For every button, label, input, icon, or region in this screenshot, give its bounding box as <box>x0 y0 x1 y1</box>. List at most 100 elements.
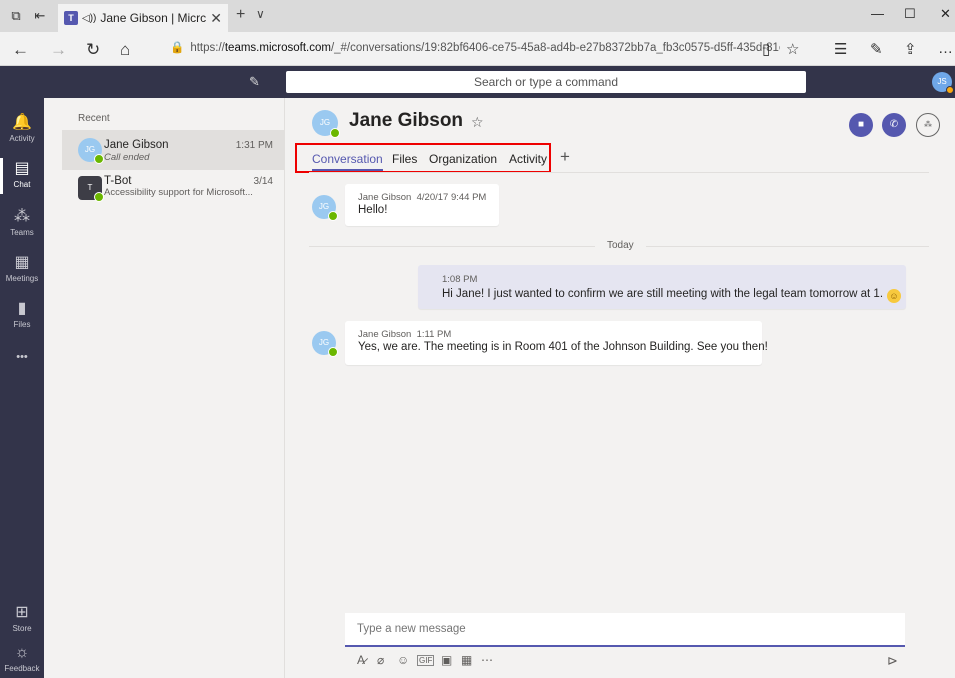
address-bar: ← → ↻ ⌂ 🔒 https://teams.microsoft.com/_#/… <box>0 32 955 66</box>
audio-call-button[interactable]: ✆ <box>882 113 906 137</box>
url-path: /_#/conversations/19:82bf6406-ce75-45a8-… <box>330 42 780 54</box>
rail-label: Activity <box>9 134 35 143</box>
forward-button[interactable]: → <box>50 40 67 60</box>
rail-item-activity[interactable]: 🔔 Activity <box>0 108 44 152</box>
teams-icon: ⁂ <box>14 208 30 225</box>
maximize-button[interactable]: ☐ <box>904 6 916 22</box>
conversation-header: JG Jane Gibson ☆ ■ ✆ ⁂ Conversation File… <box>285 98 955 174</box>
chat-preview: Accessibility support for Microsoft... <box>104 187 253 198</box>
contact-name: Jane Gibson <box>349 110 464 131</box>
message-meta: Jane Gibson 4/20/17 9:44 PM <box>358 192 486 203</box>
tab-title: Jane Gibson | Micrc <box>100 11 207 25</box>
avatar[interactable]: JG <box>312 195 338 221</box>
avatar-initials: JG <box>318 338 330 347</box>
rail-item-store[interactable]: ⊞ Store <box>0 598 44 642</box>
message-text: Hello! <box>358 204 388 216</box>
audio-playing-icon[interactable]: ◁)) <box>82 13 96 24</box>
tab-conversation[interactable]: Conversation <box>312 152 383 171</box>
new-chat-icon[interactable]: ✎ <box>249 74 265 90</box>
message-input[interactable] <box>357 623 887 635</box>
add-people-button[interactable]: ⁂ <box>916 113 940 137</box>
rail-item-teams[interactable]: ⁂ Teams <box>0 202 44 246</box>
gif-icon[interactable]: GIF <box>417 655 435 666</box>
more-icon[interactable]: … <box>938 40 953 57</box>
minimize-button[interactable]: — <box>871 6 884 21</box>
rail-label: Feedback <box>4 664 40 673</box>
rail-label: Store <box>12 624 32 633</box>
chat-icon: ▤ <box>14 160 30 177</box>
calendar-icon: ▦ <box>14 254 30 271</box>
conversation-pane: JG Jane Gibson ☆ ■ ✆ ⁂ Conversation File… <box>285 98 955 678</box>
add-tab-button[interactable]: + <box>560 147 570 167</box>
meeting-icon[interactable]: ▦ <box>461 653 472 667</box>
rail-item-feedback[interactable]: ☼ Feedback <box>0 638 44 678</box>
close-tab-icon[interactable]: ✕ <box>210 10 222 27</box>
lock-icon: 🔒 <box>170 42 185 54</box>
browser-tab[interactable]: T ◁)) Jane Gibson | Micrc ✕ <box>58 4 228 32</box>
message-meta: Jane Gibson 1:11 PM <box>358 329 451 340</box>
message-bubble[interactable]: Jane Gibson 1:11 PM Yes, we are. The mee… <box>345 321 768 365</box>
chevron-down-icon[interactable]: ∨ <box>256 7 265 21</box>
tab-files[interactable]: Files <box>392 152 417 166</box>
chat-name: T-Bot <box>104 175 132 187</box>
search-input[interactable]: Search or type a command <box>286 71 806 93</box>
sticker-icon[interactable]: ▣ <box>441 653 452 667</box>
emoji-icon[interactable]: ☺ <box>397 653 409 667</box>
presence-available-icon <box>94 192 104 202</box>
send-icon[interactable]: ⊳ <box>887 653 898 669</box>
avatar-initials: JG <box>318 202 330 211</box>
set-aside-tabs-icon[interactable]: ⇤ <box>32 8 48 24</box>
close-window-button[interactable]: ✕ <box>940 6 951 22</box>
attach-icon[interactable]: ⌀ <box>377 653 384 667</box>
back-button[interactable]: ← <box>12 40 29 60</box>
url-field[interactable]: 🔒 https://teams.microsoft.com/_#/conversa… <box>170 40 780 58</box>
message-time: 1:11 PM <box>416 329 452 340</box>
refresh-button[interactable]: ↻ <box>86 40 100 60</box>
new-tab-button[interactable]: + <box>236 6 245 24</box>
message-sender: Jane Gibson <box>358 329 412 340</box>
profile-avatar[interactable]: JS <box>932 72 954 94</box>
home-button[interactable]: ⌂ <box>120 40 130 60</box>
my-message-bubble[interactable]: 1:08 PM Hi Jane! I just wanted to confir… <box>418 265 906 309</box>
format-icon[interactable]: A̷ <box>357 653 365 667</box>
file-icon: ▮ <box>17 300 27 317</box>
chat-name: Jane Gibson <box>104 139 169 151</box>
favorite-star-icon[interactable]: ☆ <box>786 40 799 58</box>
chat-time: 3/14 <box>253 176 273 187</box>
chat-item-t-bot[interactable]: T T-Bot Accessibility support for Micros… <box>62 170 285 210</box>
avatar[interactable]: JG <box>312 331 338 357</box>
contact-avatar[interactable]: JG <box>312 110 340 138</box>
rail-item-more[interactable]: ••• <box>0 342 44 386</box>
favorite-star-icon[interactable]: ☆ <box>471 114 484 131</box>
tab-manager-icon[interactable]: ⧉ <box>8 8 24 24</box>
avatar-initials: JG <box>319 118 331 127</box>
tab-organization[interactable]: Organization <box>429 152 497 166</box>
rail-item-files[interactable]: ▮ Files <box>0 294 44 338</box>
rail-item-chat[interactable]: ▤ Chat <box>0 154 44 198</box>
more-options-icon[interactable]: ⋯ <box>481 653 493 667</box>
rail-item-meetings[interactable]: ▦ Meetings <box>0 248 44 292</box>
presence-available-icon <box>328 347 338 357</box>
message-sender: Jane Gibson <box>358 192 412 203</box>
message-bubble[interactable]: Jane Gibson 4/20/17 9:44 PM Hello! <box>345 184 499 226</box>
video-call-button[interactable]: ■ <box>849 113 873 137</box>
share-icon[interactable]: ⇪ <box>904 40 917 58</box>
message-composer <box>345 613 905 647</box>
message-time: 1:08 PM <box>442 274 478 285</box>
url-host: teams.microsoft.com <box>224 42 331 54</box>
rail-label: Chat <box>13 180 31 189</box>
more-icon: ••• <box>16 351 28 363</box>
bot-avatar: T <box>78 176 104 202</box>
away-status-icon <box>946 86 954 94</box>
web-note-icon[interactable]: ✎ <box>870 40 883 58</box>
tab-activity[interactable]: Activity <box>509 152 547 166</box>
chat-list: Recent JG Jane Gibson Call ended 1:31 PM… <box>44 98 285 678</box>
message-text: Yes, we are. The meeting is in Room 401 … <box>358 341 768 353</box>
date-divider-label: Today <box>595 240 646 251</box>
favorites-hub-icon[interactable]: ☰ <box>834 40 847 58</box>
reading-view-icon[interactable]: ▯ <box>762 40 770 58</box>
chat-item-jane-gibson[interactable]: JG Jane Gibson Call ended 1:31 PM <box>62 130 285 170</box>
url-prefix: https:// <box>190 42 225 54</box>
avatar-initials: T <box>87 183 93 192</box>
profile-initials: JS <box>937 77 947 86</box>
